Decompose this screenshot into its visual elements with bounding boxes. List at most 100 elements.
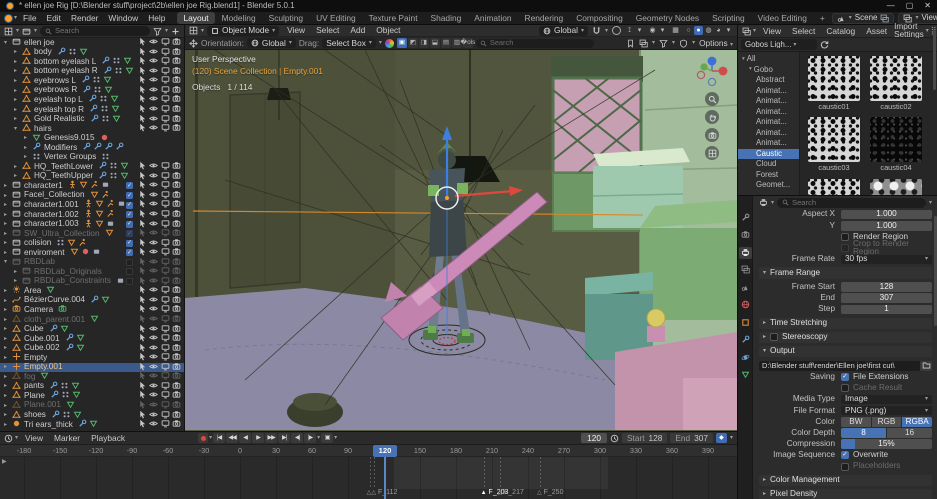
selectable-icon[interactable] [138,419,147,430]
catalog-item[interactable]: Animat... [738,128,799,139]
color-seg[interactable]: BWRGBRGBA [841,417,932,427]
viewport-visibility-icon[interactable] [161,400,170,411]
refresh-icon[interactable] [820,40,829,49]
depth-option-8[interactable]: 8 [841,428,886,438]
pan-hand-icon[interactable] [705,110,719,124]
camera-view-icon[interactable] [705,128,719,142]
maximize-button[interactable]: ▢ [906,2,914,10]
render-visibility-icon[interactable] [172,276,181,287]
outliner-row[interactable]: ▸Tri ears_thick [0,420,184,430]
exclude-checkbox[interactable]: ✓ [126,182,133,189]
asset-menu-catalog[interactable]: Catalog [821,26,860,36]
media-type-dropdown[interactable]: Image▾ [841,395,932,405]
zoom-icon[interactable] [705,92,719,106]
expand-icon[interactable]: ▸ [4,403,12,409]
frame-rate-dropdown[interactable]: 30 fps▾ [841,255,932,265]
tab-layout[interactable]: Layout [177,12,214,24]
viewport-visibility-icon[interactable] [161,371,170,382]
editor-type-icon[interactable] [4,27,13,36]
properties-tab-object[interactable] [739,317,752,329]
timeline-menu-marker[interactable]: Marker [49,433,85,443]
frame-end-field[interactable]: 307 [841,293,932,303]
hide-icon[interactable] [149,276,158,287]
options-dropdown[interactable]: Options ▾ [699,39,733,48]
tab-modeling[interactable]: Modeling [216,12,262,24]
pixel-density-section-header[interactable]: ▸Pixel Density [759,489,932,499]
xray-toggle[interactable]: ▦ [671,26,680,35]
menu-window[interactable]: Window [103,13,143,23]
orientation-dropdown[interactable]: Global▾ [247,38,296,48]
gizmo-toggle[interactable]: ⟟▾ [625,26,644,35]
exclude-checkbox[interactable]: ✓ [126,249,133,256]
close-button[interactable]: ✕ [924,2,931,10]
expand-icon[interactable]: ▸ [4,298,12,304]
expand-icon[interactable]: ▸ [4,307,12,313]
tab-sculpting[interactable]: Sculpting [263,12,309,24]
expand-icon[interactable]: ▸ [4,336,12,342]
asset-thumbnail[interactable] [808,179,860,195]
tab-uv-editing[interactable]: UV Editing [310,12,362,24]
exclude-checkbox[interactable] [126,259,133,266]
expand-icon[interactable]: ▸ [24,145,32,151]
render-visibility-icon[interactable] [172,123,181,134]
exclude-checkbox[interactable]: ✓ [126,192,133,199]
selectable-icon[interactable] [138,276,147,287]
scene-selector[interactable]: ▾ Scene [832,13,895,24]
expand-icon[interactable]: ▸ [4,355,12,361]
catalog-item[interactable]: ▾Gobo [738,65,799,76]
filter-icon[interactable] [659,39,668,48]
timeline-menu-view[interactable]: View [20,433,48,443]
hide-icon[interactable] [149,400,158,411]
expand-icon[interactable]: ▸ [4,231,12,237]
properties-tab-printer[interactable] [739,247,752,259]
viewport-visibility-icon[interactable] [161,228,170,239]
tab-shading[interactable]: Shading [425,12,468,24]
expand-icon[interactable]: ▸ [4,317,12,323]
time-stretching-section-header[interactable]: ▸Time Stretching [759,318,932,330]
folder-browse-icon[interactable] [920,361,932,371]
asset-menu-select[interactable]: Select [787,26,820,36]
expand-icon[interactable]: ▸ [14,59,22,65]
editor-type-icon[interactable] [189,26,198,35]
snap-magnet-icon[interactable] [592,26,601,35]
timeline-marker[interactable]: △F_217 [497,489,523,496]
editor-type-icon[interactable] [742,27,751,36]
drag-mode-dropdown[interactable]: Select Box▾ [322,38,376,48]
bookmark-icon[interactable] [626,39,635,48]
asset-item[interactable]: caustic02 [870,56,922,110]
exclude-checkbox[interactable] [126,268,133,275]
stereoscopy-section-header[interactable]: ▸ Stereoscopy [759,332,932,344]
sync-button[interactable]: ▣ [321,433,333,443]
expand-icon[interactable]: ▾ [4,40,12,46]
expand-icon[interactable]: ▸ [4,288,12,294]
tab-compositing[interactable]: Compositing [570,12,629,24]
expand-icon[interactable]: ▾ [4,259,12,265]
expand-icon[interactable]: ▸ [14,97,22,103]
properties-tab-render[interactable] [739,230,752,242]
frame-end-field[interactable]: End307 [670,433,713,443]
exclude-checkbox[interactable]: ✓ [126,240,133,247]
file-extensions-checkbox[interactable]: ✓ [841,373,849,381]
outliner-search-input[interactable]: Search [40,26,150,36]
render-visibility-icon[interactable] [172,228,181,239]
render-visibility-icon[interactable] [172,419,181,430]
jump-end-button[interactable]: ▶| [278,433,290,443]
expand-icon[interactable]: ▸ [14,107,22,113]
tab-scripting[interactable]: Scripting [706,12,751,24]
add-workspace-button[interactable]: + [814,12,831,24]
asset-thumbnail[interactable] [808,117,860,162]
asset-thumbnail[interactable] [870,56,922,101]
expand-icon[interactable]: ▸ [4,183,12,189]
viewport-visibility-icon[interactable] [161,419,170,430]
depth-seg[interactable]: 816 [841,428,932,438]
viewport-menu-object[interactable]: Object [371,25,405,35]
asset-item[interactable]: caustic04 [870,117,922,171]
asset-scrollbar[interactable] [933,52,936,90]
file-format-dropdown[interactable]: PNG (.png)▾ [841,406,932,416]
frame-range-section-header[interactable]: ▾Frame Range [759,267,932,279]
asset-item[interactable] [870,179,922,195]
color-option-bw[interactable]: BW [841,417,871,427]
aspect-x-field[interactable]: 1.000 [841,210,932,220]
viewport-visibility-icon[interactable] [161,276,170,287]
editor-type-icon[interactable] [4,434,13,443]
